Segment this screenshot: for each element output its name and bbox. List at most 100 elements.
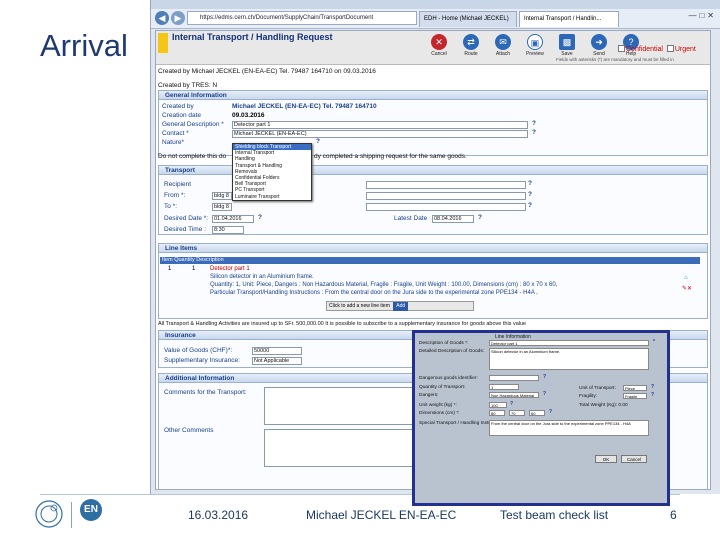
nature-option[interactable]: Luminaire Transport [233, 194, 311, 200]
desired-date-label: Desired Date *: [164, 215, 209, 222]
browser-titlebar [151, 0, 720, 9]
popup-dimension-width-input[interactable]: 70 [509, 410, 525, 416]
supplementary-insurance-select[interactable]: Not Applicable [252, 357, 302, 365]
popup-description-required-mark: * [653, 339, 655, 345]
line-information-popup: Line Information Description of Goods *:… [412, 330, 670, 506]
send-button[interactable]: ➜ Send [586, 34, 612, 57]
popup-dangerous-input[interactable] [489, 375, 539, 381]
desired-time-input[interactable]: 8:30 [212, 226, 244, 234]
footer-doc-title: Test beam check list [500, 508, 609, 522]
popup-dangerous-label: Dangerous goods identifier: [419, 376, 478, 381]
general-information-heading: General Information [159, 91, 707, 100]
app-header: Internal Transport / Handling Request ✕ … [156, 31, 710, 65]
confidential-checkbox[interactable] [618, 45, 625, 52]
supplementary-insurance-label: Supplementary Insurance: [164, 357, 240, 364]
footer-author: Michael JECKEL EN-EA-EC [306, 508, 457, 522]
attach-icon: ✉ [495, 34, 511, 50]
popup-cancel-button[interactable]: Cancel [621, 455, 647, 463]
attach-button[interactable]: ✉ Attach [490, 34, 516, 57]
comments-transport-textarea[interactable] [264, 387, 414, 425]
created-by-line: Created by Michael JECKEL (EN-EA-EC) Tel… [158, 68, 376, 75]
route-icon: ⇄ [463, 34, 479, 50]
save-icon: ▩ [559, 34, 575, 50]
value-of-goods-input[interactable]: 50000 [252, 347, 302, 355]
latest-date-help-icon[interactable]: ? [478, 214, 482, 221]
line-item-title[interactable]: Detector part 1 [210, 266, 250, 272]
contact-help-icon[interactable]: ? [532, 129, 536, 136]
en-department-logo-icon: EN [78, 499, 104, 529]
send-icon: ➜ [591, 34, 607, 50]
created-by-value: Michael JECKEL (EN-EA-EC) Tel. 79487 164… [232, 103, 377, 110]
app-title: Internal Transport / Handling Request [172, 32, 333, 42]
desired-date-input[interactable]: 01.04.2016 [212, 215, 254, 223]
desired-time-label: Desired Time : [164, 226, 206, 233]
latest-date-input[interactable]: 08.04.2016 [432, 215, 474, 223]
recipient-label: Recipient [164, 181, 192, 188]
nature-dropdown-list[interactable]: Shielding block Transport Internal Trans… [232, 143, 312, 201]
address-bar[interactable]: https://edms.cern.ch/Document/SupplyChai… [187, 11, 417, 25]
save-button[interactable]: ▩ Save [554, 34, 580, 57]
line-item-quantity: 1 [192, 266, 196, 272]
to-help-icon[interactable]: ? [528, 202, 532, 209]
route-button[interactable]: ⇄ Route [458, 34, 484, 57]
browser-toolbar: ◀ ▶ https://edms.cern.ch/Document/Supply… [151, 9, 720, 29]
line-item-instructions: Particular Transport/Handling Instructio… [210, 290, 538, 296]
recipient-help-icon[interactable]: ? [528, 180, 532, 187]
popup-dimension-height-input[interactable]: 60 [529, 410, 545, 416]
from-input[interactable]: bldg 8 [212, 192, 232, 200]
popup-dangerous-help-icon[interactable]: ? [543, 374, 546, 380]
popup-unit-weight-help-icon[interactable]: ? [510, 401, 513, 407]
other-comments-textarea[interactable] [264, 429, 414, 467]
popup-instructions-textarea[interactable]: From the central door on the Jura side t… [489, 420, 649, 436]
popup-dimension-length-input[interactable]: 80 [489, 410, 505, 416]
confidential-urgent-flags: Confidential Urgent [618, 45, 696, 53]
line-items-columns: Item Quantity Description [160, 257, 700, 264]
cancel-button[interactable]: ✕ Cancel [426, 34, 452, 57]
browser-tab-edh[interactable]: EDH - Home (Michael JECKEL) [419, 11, 517, 27]
line-item-subtitle: Silicon detector in an Aluminium frame. [210, 274, 314, 280]
from-help-icon[interactable]: ? [528, 191, 532, 198]
general-description-help-icon[interactable]: ? [532, 120, 536, 127]
recipient-input[interactable] [366, 181, 526, 189]
popup-total-weight: Total Weight (Kg): 0.00 [579, 403, 628, 408]
shipping-note-suffix: dy completed a shipping request for the … [314, 153, 467, 160]
popup-dangers-help-icon[interactable]: ? [543, 391, 546, 397]
forward-icon[interactable]: ▶ [171, 11, 185, 25]
popup-unit-select[interactable]: Piece [623, 385, 647, 391]
popup-description-input[interactable]: Detector part 1 [489, 340, 649, 346]
footer-page-number: 6 [670, 508, 677, 522]
copy-line-icon[interactable]: ⌂ [684, 275, 688, 281]
from-label: From *: [164, 192, 186, 199]
popup-dangers-select[interactable]: Non Hazardous Material [489, 392, 539, 398]
add-line-item-button[interactable]: Add [393, 302, 409, 311]
popup-fragility-help-icon[interactable]: ? [651, 392, 654, 398]
window-controls-icon[interactable]: —□✕ [688, 11, 717, 20]
popup-quantity-input[interactable]: 1 [489, 384, 519, 390]
popup-unit-weight-input[interactable]: 100 [489, 402, 507, 408]
desired-date-help-icon[interactable]: ? [258, 214, 262, 221]
popup-unit-label: Unit of Transport: [579, 386, 616, 391]
contact-input[interactable]: Michael JECKEL (EN-EA-EC) [232, 130, 528, 138]
popup-dangers-label: Dangers: [419, 393, 439, 398]
to-location-input[interactable] [366, 203, 526, 211]
popup-detailed-textarea[interactable]: Silicon detector in an Aluminium frame. [489, 348, 649, 370]
popup-detailed-label: Detailed Description of Goods: [419, 349, 485, 354]
popup-dimensions-help-icon[interactable]: ? [549, 409, 552, 415]
preview-button[interactable]: ▣ Preview [522, 34, 548, 57]
urgent-label: Urgent [674, 46, 696, 53]
urgent-checkbox[interactable] [666, 45, 674, 52]
browser-tab-transport[interactable]: Internal Transport / Handlin... [519, 11, 619, 27]
general-description-label: General Description * [162, 121, 224, 128]
nature-label: Nature* [162, 139, 185, 146]
popup-ok-button[interactable]: OK [595, 455, 617, 463]
nature-help-icon[interactable]: ? [316, 138, 320, 145]
popup-fragility-select[interactable]: Fragile [623, 393, 647, 399]
back-icon[interactable]: ◀ [155, 11, 169, 25]
from-location-input[interactable] [366, 192, 526, 200]
insurance-note: All Transport & Handling Activities are … [158, 321, 527, 327]
delete-line-icon[interactable]: ✎✕ [682, 285, 692, 292]
to-input[interactable]: bldg 8 [212, 203, 232, 211]
popup-unit-help-icon[interactable]: ? [651, 384, 654, 390]
latest-date-label: Latest Date [394, 215, 428, 222]
general-description-input[interactable]: Detector part 1 [232, 121, 528, 129]
